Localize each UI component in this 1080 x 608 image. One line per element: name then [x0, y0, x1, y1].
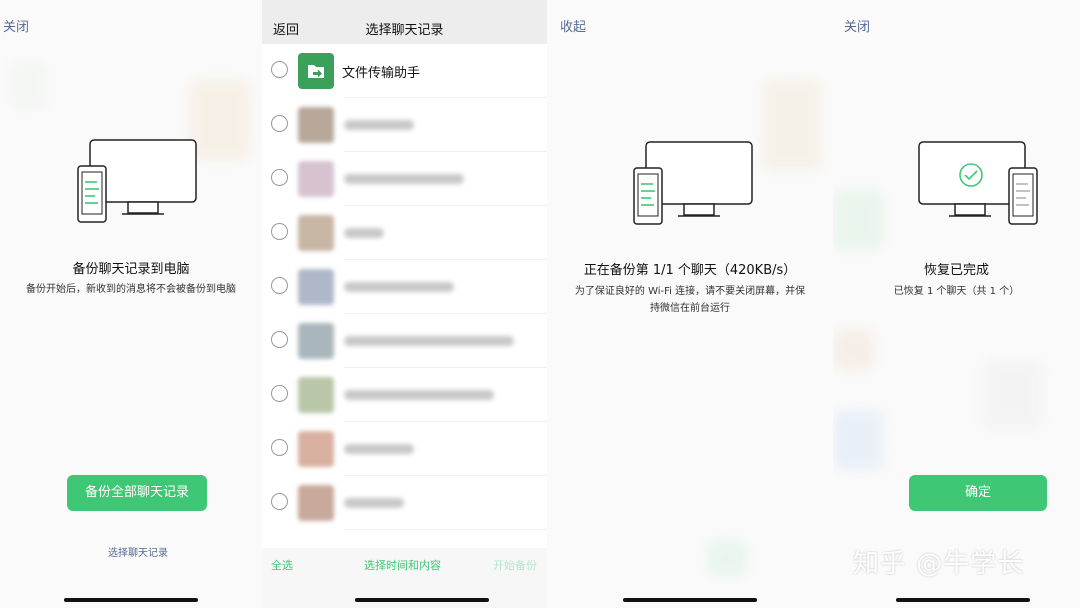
confirm-button[interactable]: 确定 — [909, 475, 1047, 511]
chat-name-blurred — [344, 444, 414, 454]
chat-row[interactable] — [262, 206, 547, 260]
avatar — [298, 215, 334, 251]
chat-row[interactable] — [262, 260, 547, 314]
chat-row[interactable] — [262, 98, 547, 152]
background-blur — [983, 360, 1043, 430]
chat-name-blurred — [344, 228, 384, 238]
backup-status-title: 正在备份第 1/1 个聊天（420KB/s） — [583, 263, 797, 278]
background-blur — [833, 190, 883, 250]
start-backup-button[interactable]: 开始备份 — [493, 557, 537, 573]
select-radio[interactable] — [271, 439, 288, 456]
backup-hint-line2: 持微信在前台运行 — [650, 303, 730, 314]
monitor-phone-icon — [77, 139, 197, 223]
page-title: 选择聊天记录 — [365, 23, 444, 38]
page-subtitle: 备份开始后，新收到的消息将不会被备份到电脑 — [26, 284, 236, 295]
restore-count-text: 已恢复 1 个聊天（共 1 个） — [893, 286, 1020, 297]
select-radio[interactable] — [271, 169, 288, 186]
restore-complete-panel: 关闭 恢复已完成 已恢复 1 个聊天（共 1 个） 确定 — [833, 0, 1080, 608]
select-radio[interactable] — [271, 331, 288, 348]
chat-row[interactable] — [262, 368, 547, 422]
chat-name-blurred — [344, 336, 514, 346]
chat-name-blurred — [344, 120, 414, 130]
collapse-button[interactable]: 收起 — [560, 16, 586, 35]
monitor-phone-icon — [633, 141, 753, 225]
chat-name-blurred — [344, 174, 464, 184]
select-radio[interactable] — [271, 61, 288, 78]
chat-name-blurred — [344, 282, 454, 292]
home-indicator — [896, 598, 1030, 602]
select-chats-panel: 返回 选择聊天记录 文件传输助手 全选 选择时间和内容 开始备份 — [262, 0, 547, 608]
background-blur — [762, 80, 822, 170]
page-title: 备份聊天记录到电脑 — [72, 262, 190, 277]
row-divider — [344, 529, 547, 530]
backup-hint-line1: 为了保证良好的 Wi-Fi 连接，请不要关闭屏幕，并保 — [574, 286, 806, 297]
close-button[interactable]: 关闭 — [844, 16, 870, 35]
watermark: 知乎 @牛学长 — [853, 549, 1025, 579]
chat-row[interactable] — [262, 314, 547, 368]
home-indicator — [64, 598, 198, 602]
home-indicator — [623, 598, 757, 602]
select-radio[interactable] — [271, 115, 288, 132]
background-blur — [707, 540, 747, 576]
chat-row[interactable] — [262, 476, 547, 530]
select-radio[interactable] — [271, 493, 288, 510]
chat-row[interactable] — [262, 422, 547, 476]
chat-name-blurred — [344, 390, 494, 400]
backup-progress-panel: 收起 正在备份第 1/1 个聊天（420KB/s） 为了保证良好的 Wi-Fi … — [547, 0, 833, 608]
avatar — [298, 485, 334, 521]
chat-name-blurred — [344, 498, 404, 508]
chat-row[interactable] — [262, 152, 547, 206]
chat-name: 文件传输助手 — [342, 66, 421, 81]
home-indicator — [355, 598, 489, 602]
backup-all-button[interactable]: 备份全部聊天记录 — [67, 475, 207, 511]
chat-row[interactable]: 文件传输助手 — [262, 44, 547, 98]
close-button[interactable]: 关闭 — [3, 16, 29, 35]
avatar — [298, 107, 334, 143]
avatar — [298, 269, 334, 305]
select-all-button[interactable]: 全选 — [271, 557, 293, 573]
select-chats-link[interactable]: 选择聊天记录 — [108, 544, 168, 559]
background-blur — [833, 410, 883, 470]
backup-intro-panel: 关闭 备份聊天记录到电脑 备份开始后，新收到的消息将不会被备份到电脑 备份全部聊… — [0, 0, 262, 608]
file-transfer-icon — [298, 53, 334, 89]
avatar — [298, 161, 334, 197]
nav-bar: 返回 选择聊天记录 — [262, 0, 547, 44]
select-radio[interactable] — [271, 277, 288, 294]
background-blur — [10, 60, 50, 110]
select-radio[interactable] — [271, 223, 288, 240]
avatar — [298, 431, 334, 467]
avatar — [298, 377, 334, 413]
select-time-content-button[interactable]: 选择时间和内容 — [364, 557, 441, 573]
avatar — [298, 323, 334, 359]
page-title: 恢复已完成 — [923, 263, 989, 278]
monitor-check-icon — [918, 141, 1038, 225]
background-blur — [833, 330, 873, 370]
select-radio[interactable] — [271, 385, 288, 402]
